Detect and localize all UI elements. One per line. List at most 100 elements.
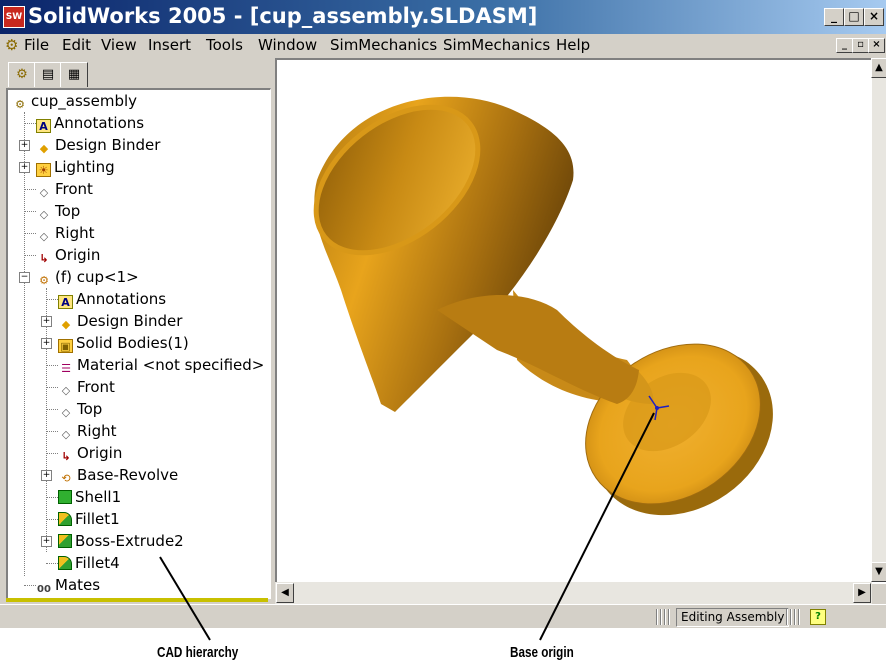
tree-item-origin[interactable]: ↳ Origin	[36, 245, 100, 265]
tree-label: Front	[55, 180, 93, 198]
minimize-button[interactable]: _	[824, 8, 844, 26]
tree-label: (f) cup<1>	[55, 268, 139, 286]
tree-item-right-plane[interactable]: ◇ Right	[36, 223, 95, 243]
menu-simmechanics-2[interactable]: SimMechanics	[443, 36, 550, 54]
tab-configuration-manager[interactable]: ▦	[60, 62, 88, 87]
tree-item-top-plane[interactable]: ◇ Top	[36, 201, 81, 221]
doc-close-button[interactable]: ×	[868, 38, 885, 53]
tree-label: Front	[77, 378, 115, 396]
tree-label: Lighting	[54, 158, 115, 176]
fillet-icon	[58, 556, 72, 570]
tree-item-fillet4[interactable]: Fillet4	[58, 553, 120, 573]
tree-line	[24, 189, 36, 190]
tree-label: Base-Revolve	[77, 466, 179, 484]
tree-item-cup-design-binder[interactable]: ◆ Design Binder	[58, 311, 183, 331]
tree-label: Material <not specified>	[77, 356, 265, 374]
feature-tree: ⚙ cup_assembly A Annotations + ◆ Design Bin…	[6, 88, 271, 599]
tree-item-cup-part[interactable]: ⚙ (f) cup<1>	[36, 267, 139, 287]
tree-item-solid-bodies[interactable]: ▣ Solid Bodies(1)	[58, 333, 189, 353]
tree-item-base-revolve[interactable]: ⟲ Base-Revolve	[58, 465, 178, 485]
expand-design-binder[interactable]: +	[19, 140, 30, 151]
tree-item-cup-assembly[interactable]: ⚙ cup_assembly	[12, 91, 137, 111]
cup-model[interactable]	[277, 60, 886, 584]
tab-feature-manager[interactable]: ⚙	[8, 62, 36, 87]
solidworks-window: SW SolidWorks 2005 - [cup_assembly.SLDAS…	[0, 0, 886, 628]
menu-tools[interactable]: Tools	[206, 36, 243, 54]
document-icon[interactable]: ⚙	[5, 36, 18, 54]
tree-line	[46, 365, 58, 366]
assembly-tab-icon: ⚙	[16, 67, 28, 82]
expand-boss-extrude2[interactable]: +	[41, 536, 52, 547]
menu-file[interactable]: File	[24, 36, 49, 54]
expand-base-revolve[interactable]: +	[41, 470, 52, 481]
title-bar: SW SolidWorks 2005 - [cup_assembly.SLDAS…	[0, 0, 886, 34]
tree-label: Annotations	[54, 114, 145, 132]
tree-item-fillet1[interactable]: Fillet1	[58, 509, 120, 529]
annotations-icon: A	[36, 119, 51, 133]
feature-manager-pane: ⚙ ▤ ▦ ⚙ cup_assembly A Annotations + ◆ Desi…	[6, 58, 271, 604]
tree-item-cup-top[interactable]: ◇ Top	[58, 399, 103, 419]
tree-item-annotations[interactable]: A Annotations	[36, 113, 144, 133]
part-icon: ⚙	[39, 274, 49, 287]
tree-item-lighting[interactable]: ☀ Lighting	[36, 157, 115, 177]
tab-property-manager[interactable]: ▤	[34, 62, 62, 87]
vertical-scrollbar[interactable]: ▲ ▼	[871, 58, 886, 582]
menu-insert[interactable]: Insert	[148, 36, 191, 54]
tree-item-cup-right[interactable]: ◇ Right	[58, 421, 117, 441]
expand-lighting[interactable]: +	[19, 162, 30, 173]
expand-solid-bodies[interactable]: +	[41, 338, 52, 349]
scroll-left-button[interactable]: ◀	[276, 583, 294, 603]
tree-label: Top	[55, 202, 81, 220]
tree-item-cup-annotations[interactable]: A Annotations	[58, 289, 166, 309]
doc-restore-button[interactable]: ▫	[852, 38, 869, 53]
tree-item-mates[interactable]: 00 Mates	[36, 575, 100, 595]
plane-icon: ◇	[61, 384, 71, 397]
tree-item-design-binder[interactable]: ◆ Design Binder	[36, 135, 161, 155]
menu-view[interactable]: View	[101, 36, 137, 54]
menu-help[interactable]: Help	[556, 36, 590, 54]
tree-line	[24, 123, 36, 124]
close-button[interactable]: ×	[864, 8, 884, 26]
tree-item-cup-front[interactable]: ◇ Front	[58, 377, 115, 397]
tree-line	[24, 255, 36, 256]
tree-label: cup_assembly	[31, 92, 138, 110]
tree-label: Fillet1	[75, 510, 120, 528]
horizontal-scrollbar[interactable]: ◀ ▶	[275, 582, 872, 604]
tree-item-front-plane[interactable]: ◇ Front	[36, 179, 93, 199]
solid-bodies-icon: ▣	[58, 339, 73, 353]
menu-edit[interactable]: Edit	[62, 36, 91, 54]
scroll-up-button[interactable]: ▲	[871, 58, 886, 78]
tree-line	[46, 563, 58, 564]
collapse-cup-part[interactable]: −	[19, 272, 30, 283]
tree-label: Design Binder	[55, 136, 161, 154]
status-divider	[656, 609, 670, 625]
tree-item-shell1[interactable]: Shell1	[58, 487, 121, 507]
tree-item-boss-extrude2[interactable]: Boss-Extrude2	[58, 531, 184, 551]
assembly-icon: ⚙	[15, 98, 25, 111]
tree-item-cup-origin[interactable]: ↳ Origin	[58, 443, 122, 463]
origin-icon: ↳	[39, 252, 49, 265]
fillet-icon	[58, 512, 72, 526]
menu-simmechanics[interactable]: SimMechanics	[330, 36, 437, 54]
scroll-down-button[interactable]: ▼	[871, 562, 886, 582]
menu-window[interactable]: Window	[258, 36, 317, 54]
menu-bar: ⚙ File Edit View Insert Tools Window Sim…	[0, 34, 886, 56]
status-bar: Editing Assembly ?	[0, 604, 886, 628]
doc-minimize-button[interactable]: _	[836, 38, 853, 53]
tree-line	[24, 233, 36, 234]
maximize-button[interactable]: □	[844, 8, 864, 26]
expand-cup-design-binder[interactable]: +	[41, 316, 52, 327]
solidworks-logo-icon[interactable]: SW	[3, 6, 25, 28]
tree-label: Right	[55, 224, 95, 242]
tree-line	[24, 211, 36, 212]
tree-label: Top	[77, 400, 103, 418]
tree-line	[46, 453, 58, 454]
lighting-icon: ☀	[36, 163, 51, 177]
tree-item-material[interactable]: ☰ Material <not specified>	[58, 355, 264, 375]
shell-icon	[58, 490, 72, 504]
tree-line	[46, 497, 58, 498]
help-icon[interactable]: ?	[810, 609, 826, 625]
scroll-right-button[interactable]: ▶	[853, 583, 871, 603]
tree-line	[24, 112, 25, 576]
graphics-area[interactable]	[275, 58, 886, 584]
